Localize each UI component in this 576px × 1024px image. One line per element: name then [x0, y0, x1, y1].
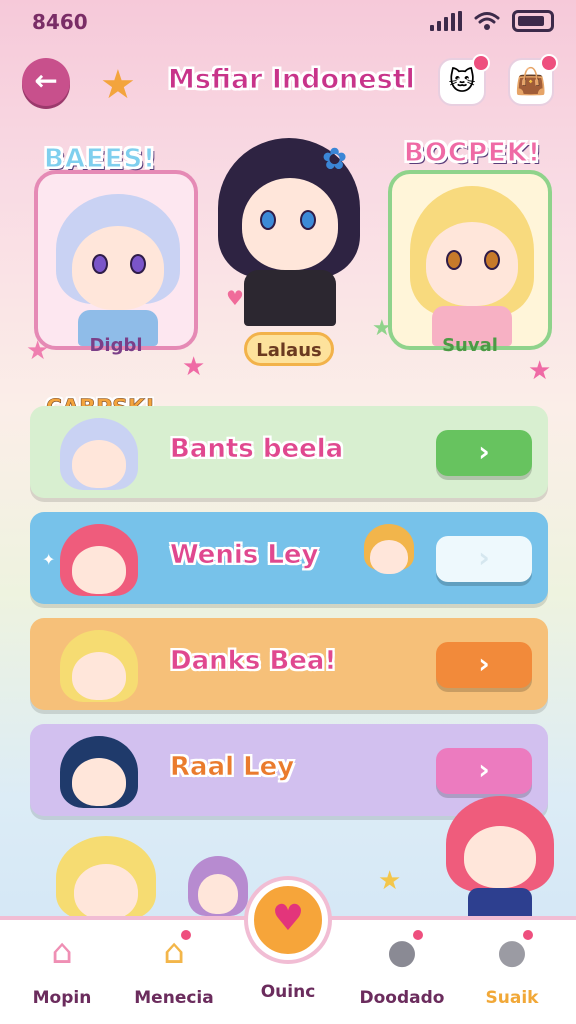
nav-item[interactable]: ⌂ Mopin — [12, 932, 112, 1008]
menu-label: Danks Bea! — [170, 646, 337, 677]
character-eye — [446, 250, 462, 270]
character-eye — [260, 210, 276, 230]
menu-row[interactable]: Danks Bea! › — [30, 618, 548, 710]
character-name: Digbl — [89, 335, 143, 356]
character-badge: BAEES! — [43, 144, 157, 175]
character-outfit — [244, 270, 336, 326]
wifi-icon — [474, 12, 500, 30]
nav-center-button[interactable]: ♥ — [248, 880, 328, 960]
character-name: Suval — [442, 335, 498, 356]
status-time: 8460 — [32, 10, 88, 34]
character-face — [72, 440, 126, 488]
menu-character — [56, 732, 142, 812]
decoration-character — [188, 856, 248, 920]
star-decoration-icon: ★ — [182, 352, 206, 382]
home-badge-icon: ⌂ — [163, 928, 193, 972]
bottom-nav: ⌂ Mopin ⌂ Menecia ♥ Ouinc ● Doodado ● Su… — [0, 880, 576, 1024]
notification-dot — [520, 928, 535, 942]
decoration-character — [56, 836, 156, 920]
character-card[interactable] — [388, 170, 552, 350]
star-decoration-icon: ★ — [100, 62, 136, 108]
menu-go-button[interactable]: › — [436, 642, 532, 688]
menu-row[interactable]: Bants beela › — [30, 406, 548, 498]
character-eye — [130, 254, 146, 274]
bag-icon: 👜 — [514, 67, 548, 97]
nav-item[interactable]: ⌂ Menecia — [124, 928, 224, 1008]
chevron-right-icon: › — [478, 541, 490, 574]
character-face — [72, 226, 164, 310]
character-face — [72, 758, 126, 806]
page-title: Msfiar Indonestl — [168, 64, 416, 96]
star-decoration-icon: ★ — [378, 866, 402, 896]
chevron-right-icon: › — [478, 753, 490, 786]
character-eye — [484, 250, 500, 270]
menu-label: Raal Ley — [170, 752, 295, 783]
battery-icon — [512, 10, 554, 32]
menu-label: Bants beela — [170, 434, 344, 465]
notification-dot — [472, 54, 490, 72]
heart-icon: ♥ — [271, 898, 305, 939]
character-face — [426, 222, 518, 306]
menu-label: Wenis Ley — [170, 540, 319, 571]
notification-dot — [540, 54, 558, 72]
character-face — [242, 178, 338, 270]
blob-icon: ● — [387, 928, 425, 972]
menu-side-character — [360, 520, 418, 596]
cat-mascot-icon: 🐱 — [448, 67, 476, 97]
header: ← ★ Msfiar Indonestl 🐱 👜 — [0, 52, 576, 116]
nav-item[interactable]: ● Doodado — [352, 928, 452, 1008]
menu-character — [56, 414, 142, 494]
nav-label: Mopin — [32, 988, 92, 1008]
character-eye — [300, 210, 316, 230]
character-badge: BOCPEK! — [404, 138, 541, 169]
menu-character — [56, 520, 142, 600]
flower-icon: ✿ — [322, 142, 348, 177]
character-outfit — [468, 888, 532, 918]
nav-label: Menecia — [134, 988, 214, 1008]
menu-go-button[interactable]: › — [436, 430, 532, 476]
star-decoration-icon: ★ — [372, 316, 392, 341]
character-card[interactable] — [34, 170, 198, 350]
nav-label: Doodado — [359, 988, 445, 1008]
menu-go-button[interactable]: › — [436, 536, 532, 582]
character-face — [72, 546, 126, 594]
notification-dot — [178, 928, 193, 942]
character-eye — [92, 254, 108, 274]
menu-character — [56, 626, 142, 706]
character-stage: BAEES! Digbl ✿ Lalaus BOCPEK! Suval ★ ★ … — [0, 130, 576, 386]
nav-label: Ouinc — [260, 982, 316, 1002]
chevron-right-icon: › — [478, 435, 490, 468]
nav-label: Suaik — [485, 988, 539, 1008]
back-button[interactable]: ← — [22, 58, 70, 106]
cat-mascot-button[interactable]: 🐱 — [438, 54, 490, 106]
character-face — [198, 874, 238, 914]
chevron-right-icon: › — [478, 647, 490, 680]
character-face — [72, 652, 126, 700]
arrow-left-icon: ← — [34, 64, 58, 97]
star-decoration-icon: ★ — [26, 336, 50, 366]
character-face — [74, 864, 138, 920]
sparkle-icon: ✦ — [42, 550, 56, 569]
house-icon: ⌂ — [51, 932, 73, 972]
signal-icon — [430, 11, 462, 31]
character-face — [464, 826, 536, 888]
character-face — [370, 540, 408, 574]
bag-button[interactable]: 👜 — [508, 54, 558, 106]
nav-item[interactable]: ● Suaik — [462, 928, 562, 1008]
nav-item[interactable]: Ouinc — [238, 982, 338, 1002]
blob-grey-icon: ● — [497, 928, 535, 972]
status-icons — [430, 10, 554, 32]
star-decoration-icon: ★ — [528, 356, 552, 386]
menu-go-button[interactable]: › — [436, 748, 532, 794]
notification-dot — [410, 928, 425, 942]
status-bar: 8460 — [0, 0, 576, 44]
heart-decoration-icon: ♥ — [226, 286, 244, 310]
decoration-character — [446, 796, 554, 920]
menu-row[interactable]: Wenis Ley › ✦ — [30, 512, 548, 604]
character-name: Lalaus — [244, 332, 334, 366]
